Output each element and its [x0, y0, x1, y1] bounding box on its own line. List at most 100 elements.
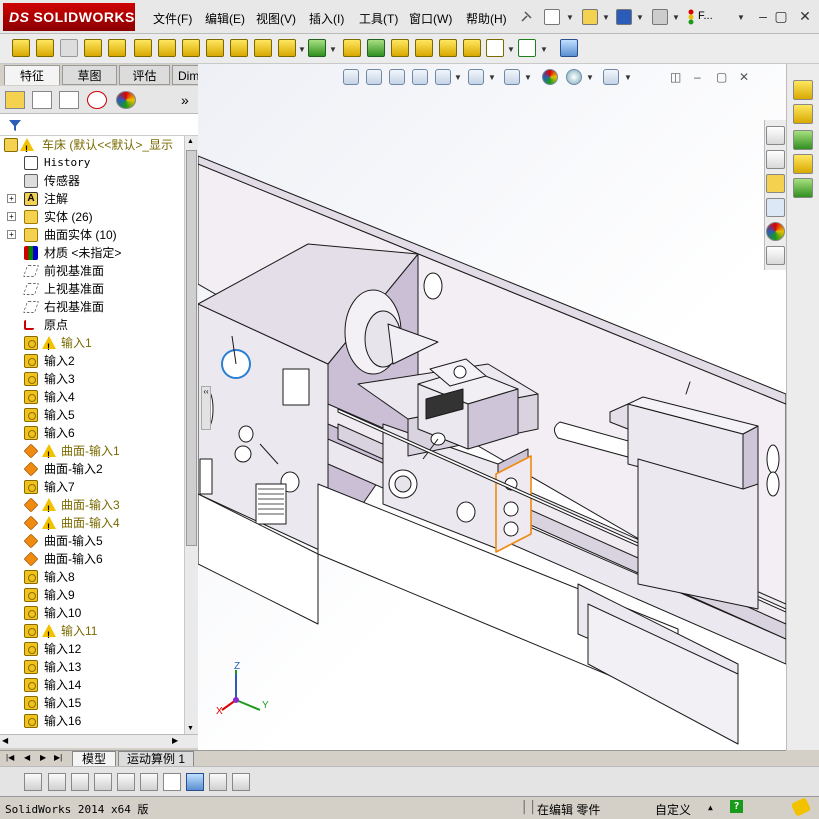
- graphics-area[interactable]: Z Y X ‹‹: [198, 64, 786, 750]
- tree-item[interactable]: 输入14: [0, 676, 184, 694]
- options-label[interactable]: F...: [698, 10, 713, 22]
- shaded-icon[interactable]: [24, 773, 42, 791]
- rebuild-icon[interactable]: [686, 9, 696, 25]
- tab-scroll-prev-icon[interactable]: ◀: [24, 753, 30, 762]
- hidden-removed-icon[interactable]: [71, 773, 89, 791]
- revolved-cut-icon[interactable]: [158, 39, 176, 57]
- close-icon[interactable]: ✕: [797, 8, 813, 24]
- expand-icon[interactable]: +: [7, 194, 16, 203]
- tree-item[interactable]: 上视基准面: [0, 280, 184, 298]
- display-style-icon[interactable]: [504, 69, 520, 85]
- tab-sketch[interactable]: 草图: [62, 65, 117, 85]
- hole-wizard-icon[interactable]: [254, 39, 272, 57]
- tree-item[interactable]: 输入10: [0, 604, 184, 622]
- custom-properties-icon[interactable]: [766, 246, 785, 265]
- tree-item[interactable]: + A 注解: [0, 190, 184, 208]
- display-manager-icon[interactable]: [116, 91, 136, 109]
- tree-filter-row[interactable]: [0, 114, 198, 136]
- tree-item[interactable]: 输入8: [0, 568, 184, 586]
- instant3d-icon[interactable]: [560, 39, 578, 57]
- scene-dropdown-icon[interactable]: ▼: [586, 73, 594, 82]
- print-dropdown-icon[interactable]: ▼: [672, 13, 680, 22]
- isometric-view-icon[interactable]: [186, 773, 204, 791]
- extruded-boss-icon[interactable]: [12, 39, 30, 57]
- single-view-icon[interactable]: [209, 773, 227, 791]
- intersect-icon[interactable]: [439, 39, 457, 57]
- tree-root[interactable]: 车床 (默认<<默认>_显示: [0, 136, 184, 158]
- view-palette-icon[interactable]: [766, 198, 785, 217]
- open-dropdown-icon[interactable]: ▼: [602, 13, 610, 22]
- file-explorer-icon[interactable]: [766, 174, 785, 193]
- lofted-cut-icon[interactable]: [206, 39, 224, 57]
- menu-insert[interactable]: 插入(I): [309, 10, 344, 27]
- tree-vertical-scrollbar[interactable]: ▲ ▼: [184, 136, 198, 734]
- save-icon[interactable]: [616, 9, 632, 25]
- dynamic-annotation-icon[interactable]: [435, 69, 451, 85]
- new-document-icon[interactable]: [544, 9, 560, 25]
- scene-icon[interactable]: [566, 69, 582, 85]
- tree-item[interactable]: History: [0, 154, 184, 172]
- tree-item[interactable]: + 实体 (26): [0, 208, 184, 226]
- linear-pattern-icon[interactable]: [308, 39, 326, 57]
- tree-item[interactable]: 输入7: [0, 478, 184, 496]
- tree-item[interactable]: 输入12: [0, 640, 184, 658]
- tree-item[interactable]: 输入13: [0, 658, 184, 676]
- tree-horizontal-scrollbar[interactable]: ◀ ▶: [0, 734, 198, 748]
- tree-item[interactable]: + 曲面实体 (10): [0, 226, 184, 244]
- tree-item[interactable]: 原点: [0, 316, 184, 334]
- feature-works-icon[interactable]: [793, 130, 813, 150]
- curves-dropdown-icon[interactable]: ▼: [540, 45, 548, 54]
- draft-icon[interactable]: [367, 39, 385, 57]
- tree-item[interactable]: 输入4: [0, 388, 184, 406]
- minimize-icon[interactable]: –: [755, 8, 771, 24]
- print-icon[interactable]: [652, 9, 668, 25]
- zoom-to-fit-icon[interactable]: [343, 69, 359, 85]
- collapse-panel-handle[interactable]: ‹‹: [201, 386, 211, 430]
- doc-close-icon[interactable]: ✕: [739, 70, 749, 84]
- curves-icon[interactable]: [518, 39, 536, 57]
- fillet-dropdown-icon[interactable]: ▼: [298, 45, 306, 54]
- home-icon[interactable]: [766, 126, 785, 145]
- units-dropdown-icon[interactable]: ▲: [708, 803, 713, 812]
- pattern-dropdown-icon[interactable]: ▼: [329, 45, 337, 54]
- swept-boss-icon[interactable]: [60, 39, 78, 57]
- help-icon[interactable]: ?: [730, 800, 743, 813]
- tab-scroll-first-icon[interactable]: |◀: [6, 753, 14, 762]
- feature-tree[interactable]: 车床 (默认<<默认>_显示 History 传感器 + A 注解 + 实体 (26) + 曲面…: [0, 136, 184, 734]
- property-manager-icon[interactable]: [32, 91, 52, 109]
- scroll-left-icon[interactable]: ◀: [2, 736, 8, 745]
- doc-minimize-icon[interactable]: –: [694, 70, 701, 84]
- view-settings-icon[interactable]: [603, 69, 619, 85]
- options-dropdown-icon[interactable]: ▼: [737, 13, 745, 22]
- tree-item[interactable]: 输入2: [0, 352, 184, 370]
- zoom-to-area-icon[interactable]: [366, 69, 382, 85]
- coordinate-axes-icon[interactable]: [163, 773, 181, 791]
- open-icon[interactable]: [582, 9, 598, 25]
- extruded-cut-icon[interactable]: [134, 39, 152, 57]
- tree-item[interactable]: 曲面-输入4: [0, 514, 184, 536]
- wireframe-icon[interactable]: [117, 773, 135, 791]
- tree-item[interactable]: 传感器: [0, 172, 184, 190]
- display-pane-icon[interactable]: [793, 104, 813, 124]
- draft-quality-icon[interactable]: [140, 773, 158, 791]
- tree-item[interactable]: 输入6: [0, 424, 184, 442]
- expand-icon[interactable]: +: [7, 212, 16, 221]
- dimxpert-manager-icon[interactable]: [87, 91, 107, 109]
- scroll-up-icon[interactable]: ▲: [187, 138, 194, 145]
- appearances-icon[interactable]: [766, 222, 785, 241]
- menu-edit[interactable]: 编辑(E): [205, 10, 245, 27]
- rib-icon[interactable]: [343, 39, 361, 57]
- restore-icon[interactable]: ▢: [773, 8, 789, 24]
- settings-dropdown-icon[interactable]: ▼: [624, 73, 632, 82]
- reference-dropdown-icon[interactable]: ▼: [507, 45, 515, 54]
- tree-item[interactable]: 曲面-输入2: [0, 460, 184, 478]
- view-orientation-icon[interactable]: [468, 69, 484, 85]
- status-tag-icon[interactable]: [790, 797, 812, 817]
- tree-item[interactable]: 输入5: [0, 406, 184, 424]
- tree-item[interactable]: 曲面-输入5: [0, 532, 184, 550]
- menu-view[interactable]: 视图(V): [256, 10, 296, 27]
- shell-icon[interactable]: [391, 39, 409, 57]
- tree-item[interactable]: 输入15: [0, 694, 184, 712]
- display-style-dropdown-icon[interactable]: ▼: [524, 73, 532, 82]
- scroll-down-icon[interactable]: ▼: [187, 725, 194, 732]
